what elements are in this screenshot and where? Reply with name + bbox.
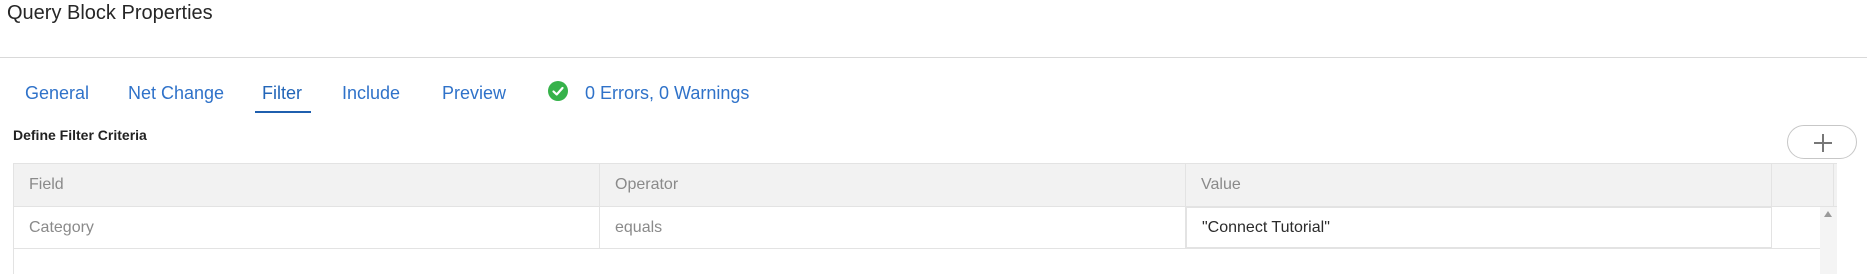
column-header-operator[interactable]: Operator <box>600 164 1186 206</box>
tab-preview[interactable]: Preview <box>442 80 506 106</box>
check-circle-icon <box>548 81 568 101</box>
tab-net-change[interactable]: Net Change <box>128 80 224 106</box>
tab-include[interactable]: Include <box>342 80 400 106</box>
column-header-actions <box>1772 164 1834 206</box>
table-row[interactable]: Category equals "Connect Tutorial" <box>14 207 1837 249</box>
column-header-field[interactable]: Field <box>14 164 600 206</box>
tab-filter[interactable]: Filter <box>262 80 302 106</box>
table-empty-area <box>14 249 1837 274</box>
cell-value[interactable]: "Connect Tutorial" <box>1186 207 1772 248</box>
cell-field[interactable]: Category <box>14 207 600 248</box>
validation-status-text[interactable]: 0 Errors, 0 Warnings <box>585 80 749 106</box>
query-block-properties-page: Query Block Properties General Net Chang… <box>0 0 1867 274</box>
section-title: Define Filter Criteria <box>13 127 147 143</box>
scroll-up-arrow-icon[interactable] <box>1824 211 1832 217</box>
page-title: Query Block Properties <box>7 2 213 24</box>
cell-operator[interactable]: equals <box>600 207 1186 248</box>
tab-general[interactable]: General <box>25 80 89 106</box>
header-bar: Query Block Properties <box>0 0 1867 58</box>
table-header: Field Operator Value <box>14 163 1837 207</box>
validation-status[interactable]: 0 Errors, 0 Warnings <box>548 80 749 106</box>
tab-bar: General Net Change Filter Include Previe… <box>0 58 1867 116</box>
table-scrollbar[interactable] <box>1820 207 1837 274</box>
active-tab-indicator <box>255 111 311 113</box>
column-header-value[interactable]: Value <box>1186 164 1772 206</box>
add-filter-button[interactable] <box>1787 125 1857 159</box>
filter-criteria-table: Field Operator Value Category equals "Co… <box>13 163 1837 274</box>
